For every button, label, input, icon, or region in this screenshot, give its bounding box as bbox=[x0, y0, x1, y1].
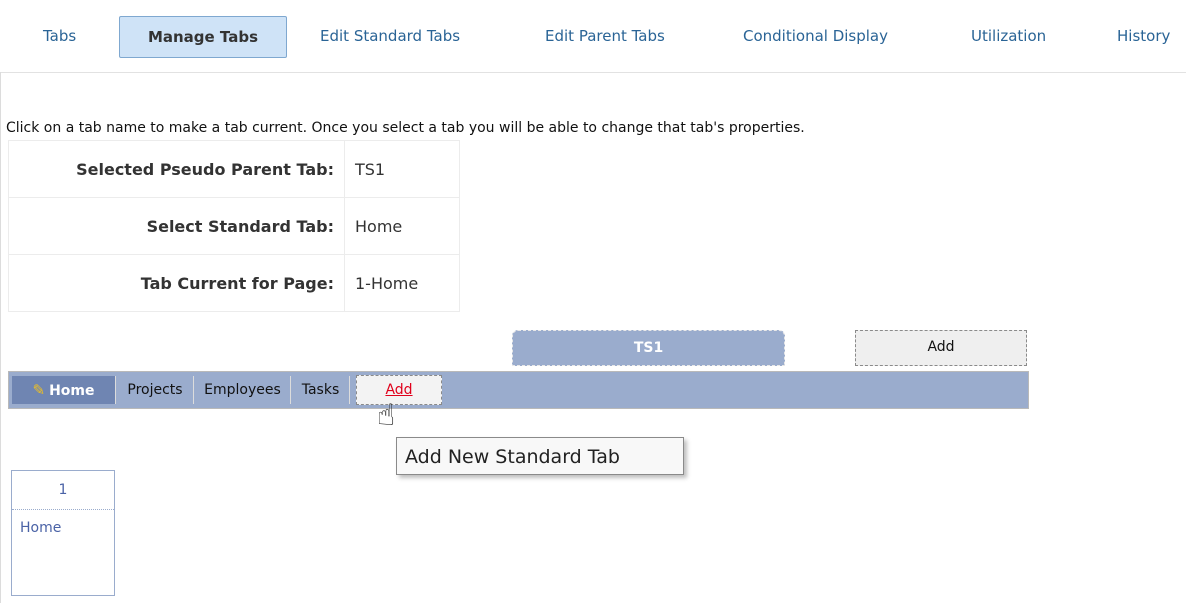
nav-conditional-display[interactable]: Conditional Display bbox=[743, 16, 888, 56]
tab-home[interactable]: ✎ Home bbox=[12, 376, 116, 404]
add-standard-tab[interactable]: Add bbox=[356, 375, 442, 405]
tab-home-label: Home bbox=[49, 383, 95, 399]
hand-cursor-icon: ☝ bbox=[377, 398, 396, 433]
page-number: 1 bbox=[12, 471, 114, 510]
tab-current-value: 1-Home bbox=[344, 254, 460, 312]
nav-tabs[interactable]: Tabs bbox=[43, 16, 76, 56]
table-row: Selected Pseudo Parent Tab: TS1 bbox=[8, 140, 460, 198]
nav-edit-standard-tabs[interactable]: Edit Standard Tabs bbox=[320, 16, 460, 56]
table-row: Select Standard Tab: Home bbox=[8, 197, 460, 255]
tab-current-label: Tab Current for Page: bbox=[8, 254, 345, 312]
content-border bbox=[0, 72, 1, 603]
nav-edit-parent-tabs[interactable]: Edit Parent Tabs bbox=[545, 16, 665, 56]
selected-parent-value: TS1 bbox=[344, 140, 460, 198]
tab-employees[interactable]: Employees bbox=[195, 376, 291, 404]
parent-tab-ts1[interactable]: TS1 bbox=[512, 330, 785, 366]
help-text: Click on a tab name to make a tab curren… bbox=[6, 120, 805, 136]
page-box[interactable]: 1 Home bbox=[11, 470, 115, 596]
properties-table: Selected Pseudo Parent Tab: TS1 Select S… bbox=[8, 140, 460, 312]
standard-tab-bar: ✎ Home Projects Employees Tasks Add bbox=[8, 371, 1029, 409]
selected-parent-label: Selected Pseudo Parent Tab: bbox=[8, 140, 345, 198]
add-standard-tab-link[interactable]: Add bbox=[385, 382, 412, 398]
table-row: Tab Current for Page: 1-Home bbox=[8, 254, 460, 312]
pencil-icon: ✎ bbox=[32, 381, 46, 399]
standard-tab-value: Home bbox=[344, 197, 460, 255]
tab-tasks[interactable]: Tasks bbox=[292, 376, 350, 404]
tab-projects[interactable]: Projects bbox=[117, 376, 194, 404]
page-name: Home bbox=[20, 520, 62, 536]
nav-history[interactable]: History bbox=[1117, 16, 1170, 56]
nav-manage-tabs[interactable]: Manage Tabs bbox=[119, 16, 287, 58]
add-parent-tab-button[interactable]: Add bbox=[855, 330, 1027, 366]
top-navigation: Tabs Manage Tabs Edit Standard Tabs Edit… bbox=[0, 0, 1186, 73]
standard-tab-label: Select Standard Tab: bbox=[8, 197, 345, 255]
tooltip: Add New Standard Tab bbox=[396, 437, 684, 475]
nav-utilization[interactable]: Utilization bbox=[971, 16, 1046, 56]
